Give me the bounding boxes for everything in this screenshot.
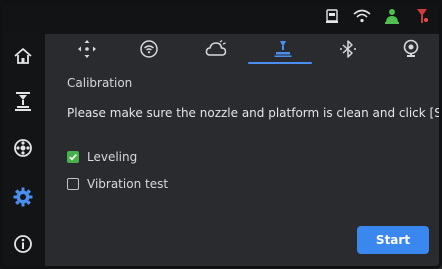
network-icon	[139, 39, 159, 63]
tab-network[interactable]	[133, 34, 165, 68]
cloud-icon	[205, 39, 227, 62]
leveling-label: Leveling	[87, 150, 138, 164]
tab-camera[interactable]	[395, 34, 427, 68]
bluetooth-icon	[339, 39, 357, 63]
tab-bluetooth[interactable]	[332, 34, 364, 68]
wifi-icon	[352, 6, 372, 26]
vibration-test-option[interactable]: Vibration test	[67, 177, 168, 191]
sidebar-item-printer[interactable]	[0, 83, 45, 123]
filament-spool-icon	[13, 138, 33, 162]
active-tab-indicator	[248, 62, 312, 64]
tab-bar	[45, 34, 442, 68]
gear-icon	[12, 186, 34, 212]
page-title: Calibration	[67, 76, 133, 90]
vibration-test-checkbox[interactable]	[67, 178, 79, 190]
status-bar	[0, 0, 442, 34]
info-icon	[13, 234, 33, 258]
vibration-test-label: Vibration test	[87, 177, 169, 191]
tab-move[interactable]	[71, 34, 103, 68]
instruction-text: Please make sure the nozzle and platform…	[67, 106, 442, 120]
checkmark-icon	[69, 154, 77, 161]
start-button[interactable]: Start	[357, 226, 429, 254]
calibration-panel: Calibration Please make sure the nozzle …	[45, 68, 442, 269]
camera-icon	[402, 39, 420, 63]
usb-drive-icon	[322, 6, 342, 26]
sidebar-item-home[interactable]	[0, 38, 45, 78]
sidebar-item-filament[interactable]	[0, 130, 45, 170]
tab-cloud[interactable]	[200, 34, 232, 68]
calibration-icon	[273, 39, 293, 63]
sidebar-item-info[interactable]	[0, 226, 45, 266]
leveling-checkbox[interactable]	[67, 151, 79, 163]
sidebar-item-settings[interactable]	[0, 179, 45, 219]
leveling-option[interactable]: Leveling	[67, 150, 137, 164]
sidebar	[0, 34, 45, 269]
warning-red-icon	[412, 6, 432, 26]
home-icon	[13, 46, 33, 70]
printer-screen: Calibration Please make sure the nozzle …	[0, 0, 442, 269]
move-axes-icon	[77, 39, 97, 63]
printer-icon	[13, 90, 33, 116]
user-green-icon	[382, 6, 402, 26]
